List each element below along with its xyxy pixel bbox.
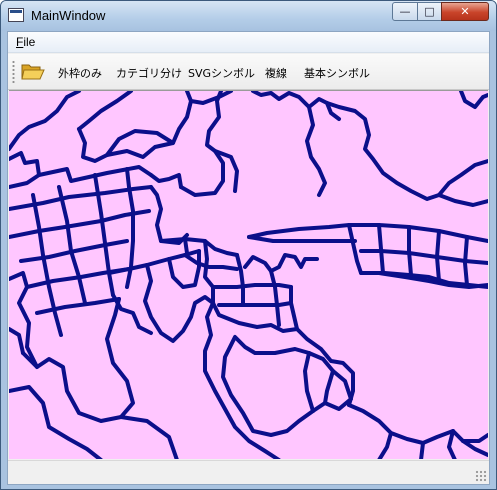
svg-symbol-button[interactable]: SVGシンボル [188, 65, 255, 81]
maximize-button[interactable]: □ [417, 2, 442, 21]
status-bar [8, 460, 489, 484]
size-grip[interactable] [475, 470, 487, 482]
boundary-lines [9, 91, 488, 459]
minimize-button[interactable]: — [392, 2, 418, 21]
basic-symbol-button[interactable]: 基本シンボル [304, 65, 370, 81]
toolbar: 外枠のみ カテゴリ分け SVGシンボル 複線 基本シンボル [8, 54, 489, 90]
map-canvas[interactable] [9, 91, 488, 459]
menu-file-label: ile [23, 35, 36, 49]
outline-only-button[interactable]: 外枠のみ [58, 65, 102, 81]
client-area: File 外枠のみ カテゴリ分け SVGシンボル 複線 基本シンボル [7, 31, 490, 485]
menu-file[interactable]: File [12, 35, 39, 49]
map-view[interactable] [9, 90, 488, 459]
folder-open-icon[interactable] [20, 60, 46, 84]
close-button[interactable]: ✕ [441, 2, 489, 21]
toolbar-grip[interactable] [12, 60, 15, 84]
multi-line-button[interactable]: 複線 [265, 65, 287, 81]
menu-bar: File [8, 32, 489, 53]
app-icon[interactable] [8, 8, 24, 22]
title-bar[interactable]: MainWindow — □ ✕ [1, 1, 496, 31]
categorize-button[interactable]: カテゴリ分け [116, 65, 182, 81]
main-window: MainWindow — □ ✕ File 外枠のみ カテゴリ分け SVGシンボ… [0, 0, 497, 490]
window-title: MainWindow [31, 8, 106, 23]
